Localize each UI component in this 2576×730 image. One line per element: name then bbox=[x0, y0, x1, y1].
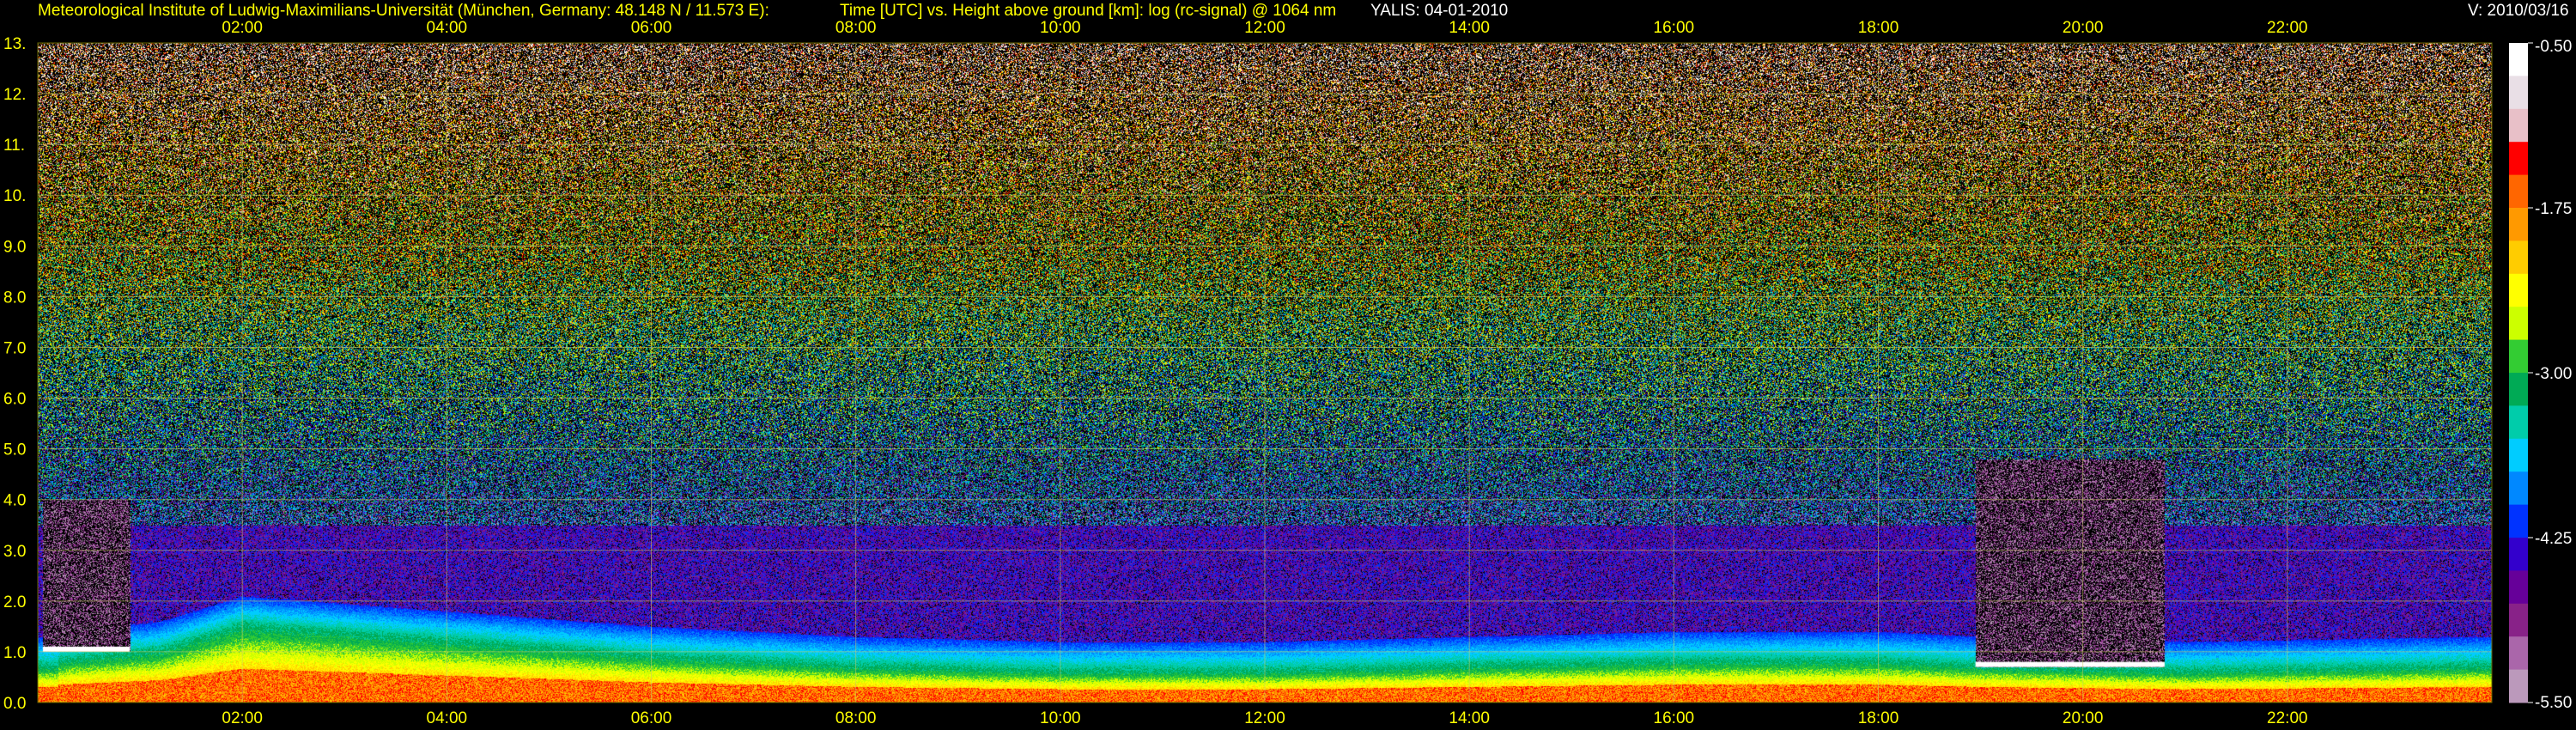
grid-lines bbox=[37, 42, 2493, 703]
colorbar-swatch bbox=[2509, 208, 2528, 241]
x-tick-label-top: 18:00 bbox=[1858, 19, 1899, 37]
colorbar-label: -1.75 bbox=[2535, 200, 2572, 218]
y-tick-label: 2.0 bbox=[3, 593, 26, 611]
colorbar-label: -0.50 bbox=[2535, 38, 2572, 56]
y-tick-label: 13. bbox=[3, 35, 26, 53]
chart-axes: 02:00 02:00 04:00 04:00 06:00 06:00 08:00 08:00… bbox=[3, 19, 2572, 727]
x-tick-label-top: 12:00 bbox=[1244, 19, 1285, 37]
x-tick-label-bottom: 18:00 bbox=[1858, 709, 1899, 727]
colorbar-swatch bbox=[2509, 108, 2528, 143]
x-tick-label-bottom: 16:00 bbox=[1654, 709, 1695, 727]
y-tick-label: 8.0 bbox=[3, 289, 26, 307]
colorbar-swatch bbox=[2509, 504, 2528, 538]
x-tick-label-top: 10:00 bbox=[1040, 19, 1081, 37]
x-tick-label-top: 08:00 bbox=[835, 19, 877, 37]
colorbar-swatch bbox=[2509, 405, 2528, 440]
y-tick-label: 5.0 bbox=[3, 441, 26, 459]
y-tick-label: 0.0 bbox=[3, 695, 26, 713]
x-tick-label-bottom: 20:00 bbox=[2063, 709, 2104, 727]
colorbar-swatch bbox=[2509, 538, 2528, 571]
y-tick-label: 4.0 bbox=[3, 492, 26, 510]
x-tick-label-top: 06:00 bbox=[631, 19, 672, 37]
colorbar-swatch bbox=[2509, 603, 2528, 637]
colorbar-swatch bbox=[2509, 570, 2528, 605]
x-tick-label-bottom: 22:00 bbox=[2267, 709, 2308, 727]
x-tick-label-top: 20:00 bbox=[2063, 19, 2104, 37]
colorbar-label: -3.00 bbox=[2535, 365, 2572, 383]
y-tick-label: 6.0 bbox=[3, 391, 26, 409]
colorbar-swatch bbox=[2509, 669, 2528, 703]
x-tick-label-bottom: 06:00 bbox=[631, 709, 672, 727]
colorbar-swatch bbox=[2509, 471, 2528, 506]
y-tick-label: 7.0 bbox=[3, 339, 26, 357]
x-tick-label-top: 02:00 bbox=[222, 19, 263, 37]
x-tick-label-bottom: 10:00 bbox=[1040, 709, 1081, 727]
x-tick-label-top: 16:00 bbox=[1654, 19, 1695, 37]
x-tick-label-top: 22:00 bbox=[2267, 19, 2308, 37]
x-tick-label-bottom: 02:00 bbox=[222, 709, 263, 727]
colorbar-label: -5.50 bbox=[2535, 694, 2572, 712]
colorbar-swatch bbox=[2509, 142, 2528, 176]
colorbar-swatch bbox=[2509, 273, 2528, 307]
colorbar-swatch bbox=[2509, 339, 2528, 374]
colorbar-swatch bbox=[2509, 174, 2528, 209]
y-tick-label: 3.0 bbox=[3, 543, 26, 561]
y-tick-label: 9.0 bbox=[3, 238, 26, 256]
colorbar-swatch bbox=[2509, 240, 2528, 275]
x-tick-label-top: 04:00 bbox=[427, 19, 468, 37]
y-tick-label: 12. bbox=[3, 86, 26, 104]
colorbar-swatch bbox=[2509, 76, 2528, 110]
x-tick-label-bottom: 04:00 bbox=[427, 709, 468, 727]
colorbar-swatch bbox=[2509, 373, 2528, 406]
colorbar-swatch bbox=[2509, 636, 2528, 671]
colorbar-swatch bbox=[2509, 307, 2528, 341]
colorbar-swatch bbox=[2509, 43, 2528, 76]
x-tick-label-top: 14:00 bbox=[1449, 19, 1490, 37]
y-tick-label: 10. bbox=[3, 187, 26, 205]
y-tick-label: 1.0 bbox=[3, 644, 26, 662]
x-tick-label-bottom: 14:00 bbox=[1449, 709, 1490, 727]
y-tick-label: 11. bbox=[3, 137, 25, 155]
x-tick-label-bottom: 12:00 bbox=[1244, 709, 1285, 727]
colorbar-swatch bbox=[2509, 438, 2528, 472]
axis-ticks: 02:00 02:00 04:00 04:00 06:00 06:00 08:00 08:00… bbox=[3, 19, 2308, 727]
x-tick-label-bottom: 08:00 bbox=[835, 709, 877, 727]
colorbar: -0.50 -1.75 -3.00 -4.25 -5.50 bbox=[2509, 38, 2572, 712]
colorbar-label: -4.25 bbox=[2535, 530, 2572, 548]
